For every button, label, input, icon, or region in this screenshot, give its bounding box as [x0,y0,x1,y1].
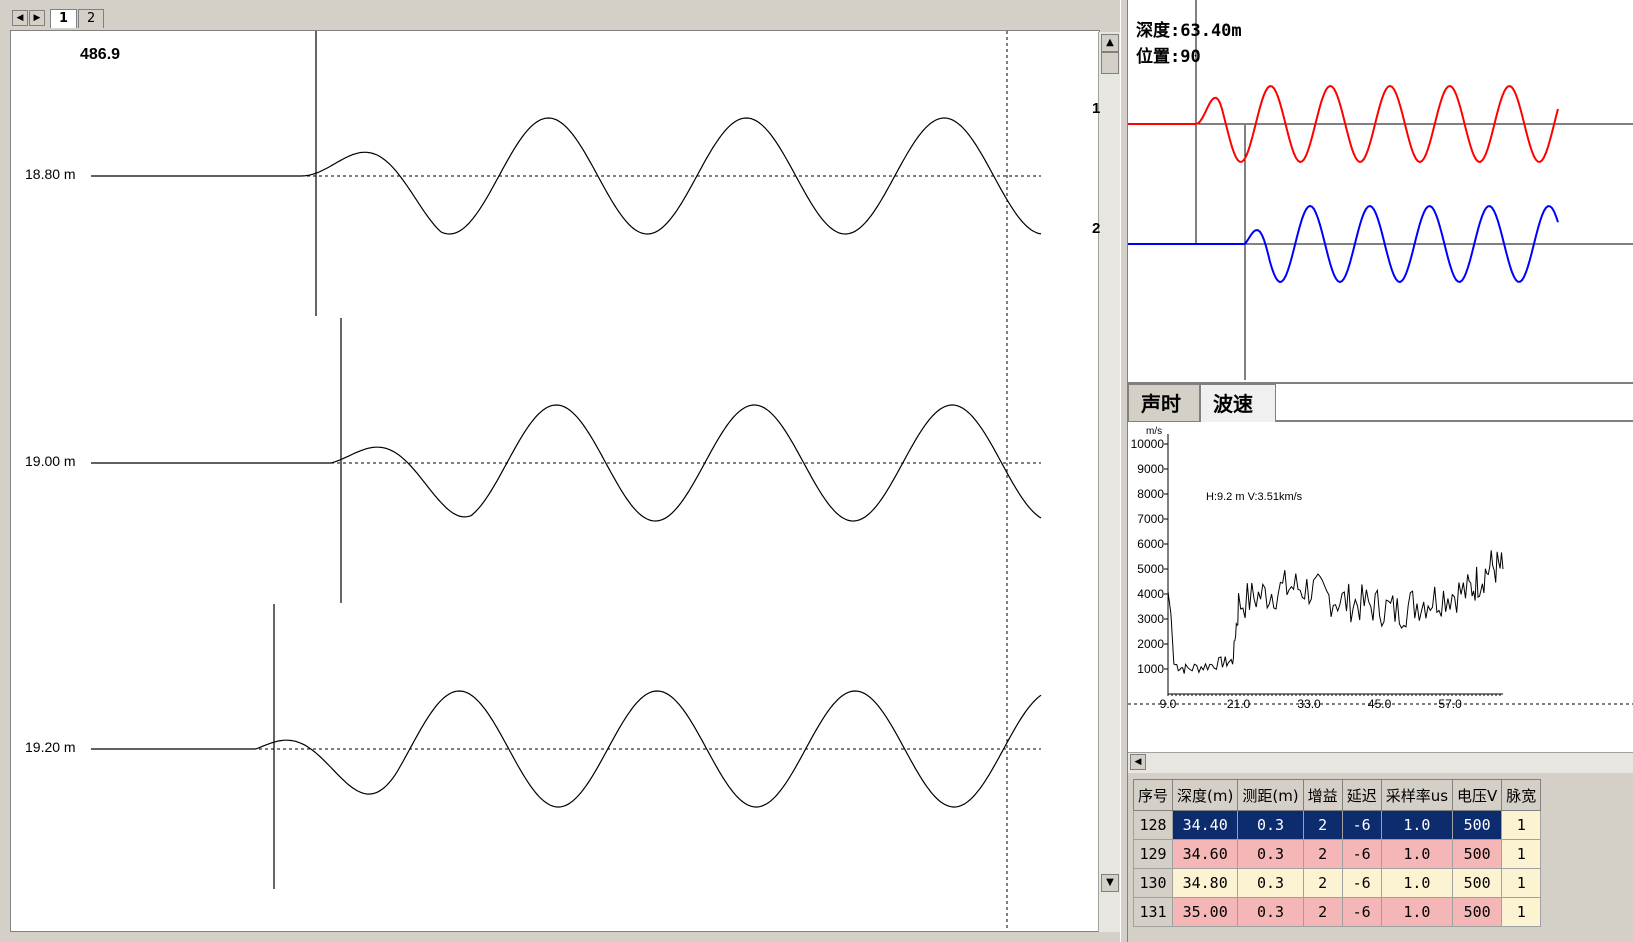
table-cell[interactable]: 1.0 [1380,839,1454,869]
column-header[interactable]: 测距(m) [1237,779,1304,811]
table-cell[interactable]: 500 [1452,839,1503,869]
y-tick-label: 2000 [1137,637,1164,651]
y-tick-label: 4000 [1137,587,1164,601]
position-readout: 位置:90 [1136,47,1201,67]
channel-label: 1 [1092,100,1101,117]
table-cell[interactable]: 2 [1302,897,1343,927]
parameter-table: 序号 深度(m) 测距(m) 增益 延迟 采样率us 电压V 脉宽 128 34.40 0.3 2-… [1132,779,1542,927]
channel-waves [1128,0,1633,380]
column-header[interactable]: 电压V [1452,779,1503,811]
table-cell[interactable]: 0.3 [1237,810,1304,840]
table-cell[interactable]: 500 [1452,868,1503,898]
y-tick-label: 5000 [1137,562,1164,576]
tab-wave-velocity[interactable]: 波速 [1200,384,1276,422]
column-header[interactable]: 增益 [1302,779,1343,811]
table-cell[interactable]: 1 [1501,810,1542,840]
column-header[interactable]: 采样率us [1380,779,1454,811]
table-cell[interactable]: -6 [1341,810,1382,840]
row-number-cell[interactable]: 128 [1132,810,1174,840]
y-tick-label: 3000 [1137,612,1164,626]
x-tick-label: 33.0 [1297,697,1321,711]
velocity-series-line [1167,550,1504,674]
waveform-pane: ◀ ▶ 1 2 486.9 18.80 m 19.00 m 19.20 m ▲ … [0,0,1121,942]
table-cell[interactable]: 500 [1452,897,1503,927]
scroll-down-button[interactable]: ▼ [1101,874,1119,892]
pane-splitter[interactable] [1120,0,1128,942]
waveform-traces [91,31,1042,931]
velocity-panel: 声时 波速 m/s H:9.2 m V:3.51km/s 10000 9000 8000… [1128,382,1633,773]
table-row[interactable]: 131 35.00 0.3 2 -6 1.0 500 1 [1132,897,1542,927]
table-cell[interactable]: 2 [1302,868,1343,898]
table-cell[interactable]: 35.00 [1172,897,1239,927]
velocity-chart: m/s H:9.2 m V:3.51km/s 10000 9000 8000 7000 60… [1128,426,1633,711]
depth-readout: 深度:63.40m [1136,21,1242,41]
table-cell[interactable]: 1.0 [1380,810,1454,840]
cursor-value: 486.9 [80,46,121,63]
sheet-tab-2[interactable]: 2 [78,9,105,28]
scroll-left-button[interactable]: ◀ [1130,754,1146,770]
velocity-readout: H:9.2 m V:3.51km/s [1206,491,1303,503]
table-cell[interactable]: 34.40 [1172,810,1239,840]
table-cell[interactable]: 1 [1501,897,1542,927]
sheet-tab-1[interactable]: 1 [50,9,78,28]
column-header[interactable]: 深度(m) [1172,779,1239,811]
column-header[interactable]: 序号 [1132,779,1174,811]
table-cell[interactable]: 1 [1501,868,1542,898]
y-tick-label: 7000 [1137,512,1164,526]
x-tick-label: 57.0 [1438,697,1462,711]
tab-scroll-left-button[interactable]: ◀ [12,10,28,26]
table-cell[interactable]: 1.0 [1380,868,1454,898]
table-row[interactable]: 128 34.40 0.3 2 -6 1.0 500 1 [1132,810,1542,840]
table-cell[interactable]: 1.0 [1380,897,1454,927]
parameter-table-panel: 序号 深度(m) 测距(m) 增益 延迟 采样率us 电压V 脉宽 128 34.40 0.3 2-… [1128,773,1633,942]
table-cell[interactable]: 0.3 [1237,897,1304,927]
tab-scroll-right-button[interactable]: ▶ [29,10,45,26]
scroll-thumb[interactable] [1101,52,1119,74]
table-cell[interactable]: 2 [1302,839,1343,869]
trace-depth-label: 18.80 m [25,166,76,182]
column-header[interactable]: 脉宽 [1501,779,1542,811]
x-tick-label: 45.0 [1368,697,1392,711]
scroll-up-button[interactable]: ▲ [1101,34,1119,52]
waveform-canvas[interactable] [10,30,1100,932]
table-cell[interactable]: 500 [1452,810,1503,840]
trace-depth-label: 19.00 m [25,453,76,469]
table-cell[interactable]: 1 [1501,839,1542,869]
table-cell[interactable]: 34.80 [1172,868,1239,898]
y-tick-label: 8000 [1137,487,1164,501]
tab-sound-time[interactable]: 声时 [1128,384,1200,422]
row-number-cell[interactable]: 130 [1132,868,1174,898]
x-tick-label: 9.0 [1160,697,1177,711]
channel-label: 2 [1092,220,1101,237]
sheet-tab-bar: ◀ ▶ 1 2 [12,8,1117,30]
table-cell[interactable]: 34.60 [1172,839,1239,869]
table-cell[interactable]: -6 [1341,839,1382,869]
trace-depth-label: 19.20 m [25,739,76,755]
column-header[interactable]: 延迟 [1341,779,1382,811]
table-cell[interactable]: -6 [1341,868,1382,898]
row-number-cell[interactable]: 131 [1132,897,1174,927]
table-row[interactable]: 129 34.60 0.3 2 -6 1.0 500 1 [1132,839,1542,869]
y-tick-label: 9000 [1137,462,1164,476]
table-cell[interactable]: 0.3 [1237,868,1304,898]
table-cell[interactable]: 2 [1302,810,1343,840]
y-axis-unit: m/s [1146,426,1162,437]
y-tick-label: 10000 [1131,437,1165,451]
channel-wave-panel: 深度:63.40m 位置:90 1 2 [1092,0,1633,380]
table-cell[interactable]: -6 [1341,897,1382,927]
table-row[interactable]: 130 34.80 0.3 2 -6 1.0 500 1 [1132,868,1542,898]
vertical-scrollbar[interactable]: ▲ ▼ [1098,32,1121,932]
x-tick-label: 21.0 [1227,697,1251,711]
table-cell[interactable]: 0.3 [1237,839,1304,869]
row-number-cell[interactable]: 129 [1132,839,1174,869]
y-tick-label: 1000 [1137,662,1164,676]
y-tick-label: 6000 [1137,537,1164,551]
horizontal-scrollbar[interactable]: ◀ [1128,752,1633,773]
